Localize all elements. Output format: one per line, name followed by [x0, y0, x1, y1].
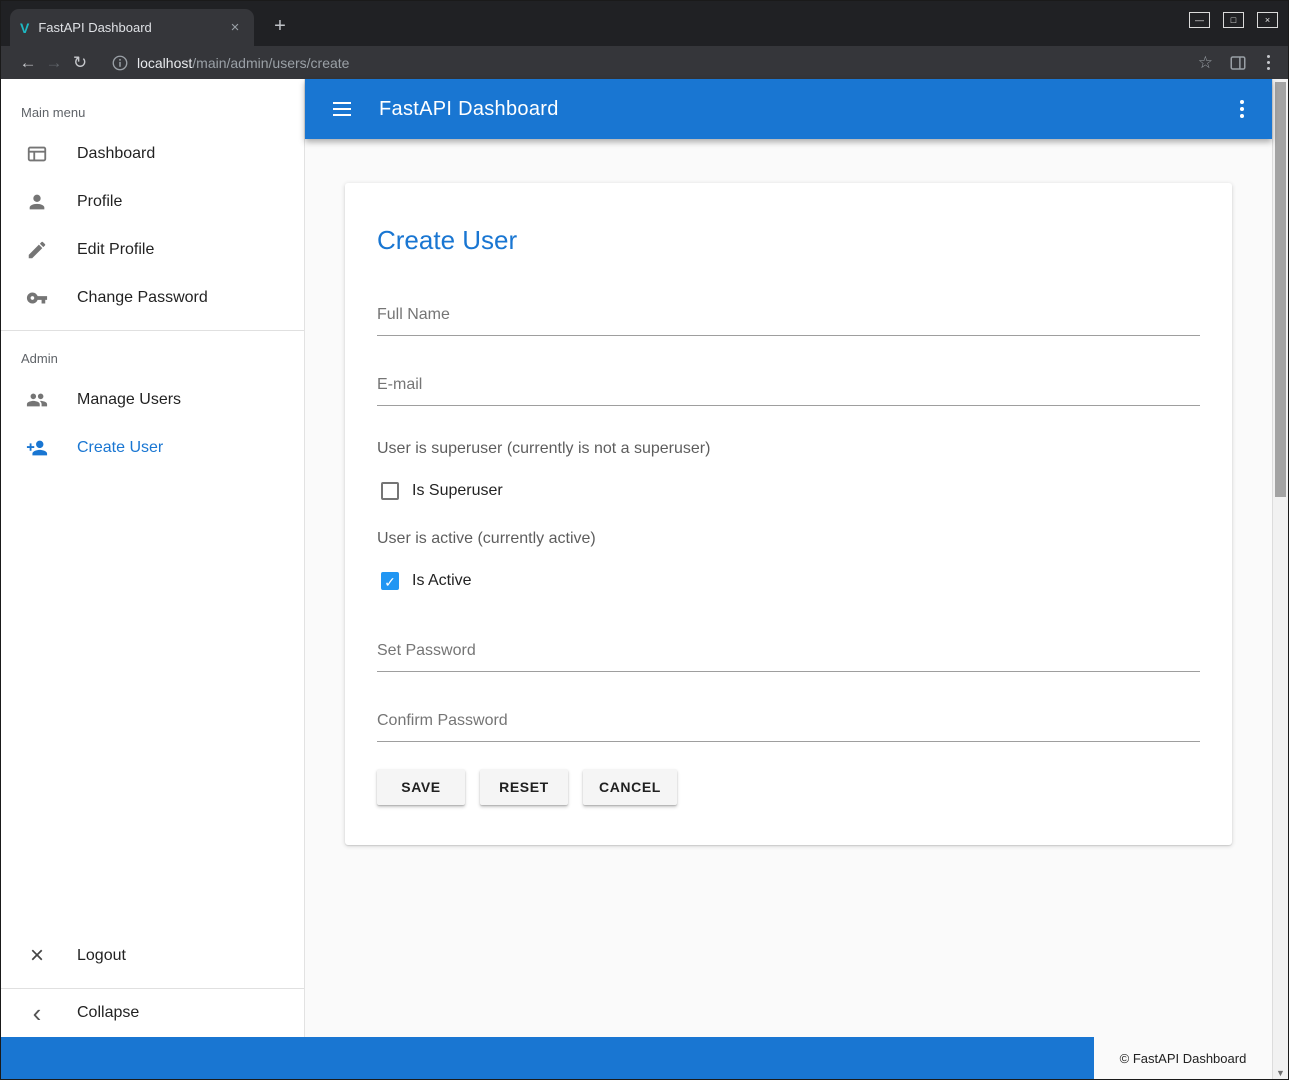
window-controls: — □ ×: [1189, 12, 1288, 28]
tab-title: FastAPI Dashboard: [38, 20, 226, 35]
sidebar-item-label: Collapse: [77, 1004, 139, 1022]
maximize-button[interactable]: □: [1223, 12, 1244, 28]
sidebar-spacer: [1, 472, 304, 932]
reload-button[interactable]: ↻: [67, 53, 93, 73]
browser-window: V FastAPI Dashboard × + — □ × ← → ↻ loca…: [0, 0, 1289, 1080]
address-url[interactable]: localhost/main/admin/users/create: [137, 55, 349, 71]
browser-menu-icon[interactable]: [1263, 51, 1274, 74]
email-input[interactable]: [377, 370, 1200, 406]
full-name-input[interactable]: [377, 300, 1200, 336]
appbar-title: FastAPI Dashboard: [379, 98, 559, 121]
side-panel-icon[interactable]: [1229, 54, 1247, 72]
sidebar-divider: [1, 330, 304, 331]
back-button[interactable]: ←: [15, 53, 41, 73]
is-active-row[interactable]: ✓ Is Active: [381, 572, 1200, 590]
sidebar-item-label: Create User: [77, 439, 163, 457]
active-hint: User is active (currently active): [377, 530, 1200, 548]
person-icon: [25, 190, 49, 214]
scrollbar[interactable]: ▼: [1272, 79, 1288, 1079]
dashboard-icon: [25, 142, 49, 166]
sidebar-item-label: Change Password: [77, 289, 208, 307]
sidebar-item-label: Profile: [77, 193, 122, 211]
save-button[interactable]: SAVE: [377, 769, 465, 805]
set-password-field: [377, 636, 1200, 672]
scrollbar-thumb[interactable]: [1275, 82, 1286, 497]
toolbar-right: ☆: [1198, 51, 1274, 74]
site-info-icon[interactable]: [109, 52, 131, 74]
vuetify-favicon-icon: V: [20, 20, 29, 36]
card-title: Create User: [377, 225, 1200, 256]
sidebar-item-manage-users[interactable]: Manage Users: [1, 376, 304, 424]
is-active-label: Is Active: [412, 572, 472, 590]
sidebar-item-label: Dashboard: [77, 145, 155, 163]
menu-section-label-main: Main menu: [1, 79, 304, 130]
sidebar-item-logout[interactable]: × Logout: [1, 932, 304, 980]
person-add-icon: [25, 436, 49, 460]
sidebar: Main menu Dashboard: [1, 79, 305, 1037]
new-tab-button[interactable]: +: [266, 13, 294, 41]
bookmark-star-icon[interactable]: ☆: [1198, 53, 1213, 73]
scroll-down-icon[interactable]: ▼: [1273, 1068, 1288, 1078]
create-user-card: Create User User is superuser (currently…: [345, 183, 1232, 845]
app-region: Main menu Dashboard: [1, 79, 1272, 1079]
pencil-icon: [25, 238, 49, 262]
browser-tab[interactable]: V FastAPI Dashboard ×: [10, 9, 254, 46]
cancel-button[interactable]: CANCEL: [583, 769, 677, 805]
sidebar-item-collapse[interactable]: ‹ Collapse: [1, 989, 304, 1037]
full-name-field: [377, 300, 1200, 336]
app-bar: FastAPI Dashboard: [305, 79, 1272, 139]
page-area: Main menu Dashboard: [1, 79, 1288, 1079]
sidebar-item-edit-profile[interactable]: Edit Profile: [1, 226, 304, 274]
set-password-input[interactable]: [377, 636, 1200, 672]
url-host: localhost: [137, 55, 192, 71]
is-superuser-label: Is Superuser: [412, 482, 503, 500]
sidebar-item-label: Edit Profile: [77, 241, 154, 259]
sidebar-item-label: Logout: [77, 947, 126, 965]
app-footer: © FastAPI Dashboard: [1, 1037, 1272, 1079]
superuser-hint: User is superuser (currently is not a su…: [377, 440, 1200, 458]
body-row: Main menu Dashboard: [1, 79, 1272, 1037]
main-column: FastAPI Dashboard Create User: [305, 79, 1272, 1037]
chevron-left-icon: ‹: [25, 1001, 49, 1025]
people-icon: [25, 388, 49, 412]
sidebar-item-label: Manage Users: [77, 391, 181, 409]
sidebar-item-create-user[interactable]: Create User: [1, 424, 304, 472]
is-superuser-checkbox[interactable]: [381, 482, 399, 500]
key-icon: [25, 286, 49, 310]
minimize-button[interactable]: —: [1189, 12, 1210, 28]
sidebar-item-change-password[interactable]: Change Password: [1, 274, 304, 322]
copyright-text: © FastAPI Dashboard: [1094, 1037, 1272, 1079]
sidebar-item-dashboard[interactable]: Dashboard: [1, 130, 304, 178]
reset-button[interactable]: RESET: [480, 769, 568, 805]
email-field: [377, 370, 1200, 406]
page-content: Create User User is superuser (currently…: [305, 139, 1272, 1037]
url-path: /main/admin/users/create: [192, 55, 349, 71]
logout-icon: ×: [25, 944, 49, 968]
confirm-password-input[interactable]: [377, 706, 1200, 742]
menu-section-label-admin: Admin: [1, 339, 304, 376]
form-buttons: SAVE RESET CANCEL: [377, 769, 1200, 805]
browser-toolbar: ← → ↻ localhost/main/admin/users/create …: [1, 46, 1288, 79]
window-close-button[interactable]: ×: [1257, 12, 1278, 28]
is-superuser-row[interactable]: Is Superuser: [381, 482, 1200, 500]
is-active-checkbox[interactable]: ✓: [381, 572, 399, 590]
forward-button[interactable]: →: [41, 53, 67, 73]
tab-close-icon[interactable]: ×: [226, 19, 244, 37]
browser-titlebar: V FastAPI Dashboard × + — □ ×: [1, 1, 1288, 46]
confirm-password-field: [377, 706, 1200, 742]
appbar-kebab-icon[interactable]: [1234, 94, 1250, 124]
sidebar-item-profile[interactable]: Profile: [1, 178, 304, 226]
hamburger-menu-icon[interactable]: [327, 96, 357, 122]
